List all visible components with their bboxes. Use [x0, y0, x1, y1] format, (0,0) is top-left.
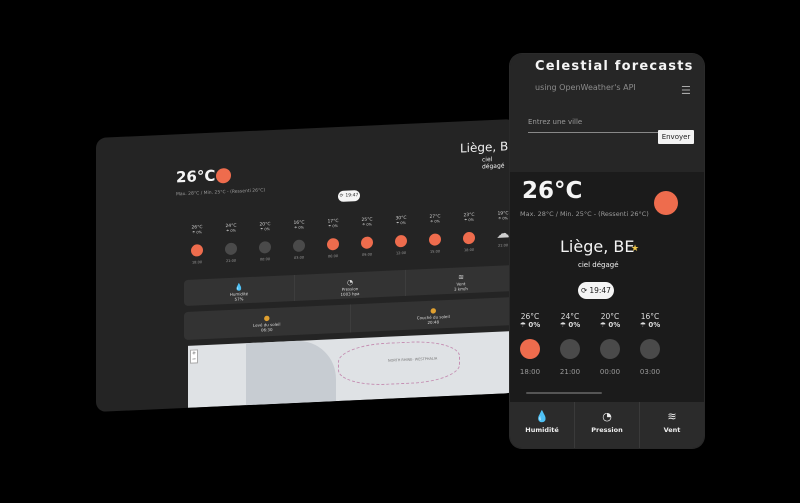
desktop-refresh-time: 19:47	[345, 193, 359, 199]
map-zoom-control[interactable]: + −	[190, 349, 198, 364]
phone-stat-pressure[interactable]: ◔ Pression	[575, 402, 640, 448]
hourly-forecast-item: 24°C ☂ 0% 21:00	[214, 223, 248, 264]
refresh-icon: ⟳	[339, 193, 344, 199]
hourly-time: 03:00	[293, 255, 305, 261]
hourly-rain: ☂ 0%	[294, 225, 304, 231]
desktop-sunrise: ● Levé du soleil 06:30	[184, 304, 351, 341]
moon-icon	[293, 239, 305, 253]
hourly-time: 15:00	[429, 249, 441, 254]
hourly-forecast-item: 27°C ☂ 0% 15:00	[418, 214, 452, 255]
hourly-time: 00:00	[599, 368, 621, 376]
phone-refresh-time: 19:47	[589, 286, 611, 295]
hourly-forecast-item: 24°C ☂ 0% 21:00	[550, 312, 590, 376]
hourly-rain: ☂ 0%	[430, 219, 440, 224]
app-title: Celestial forecasts	[535, 59, 694, 74]
phone-sun-icon	[654, 191, 678, 215]
moon-icon	[560, 339, 580, 359]
sun-icon	[463, 231, 475, 245]
phone-current-temp: 26°C	[522, 178, 583, 204]
desktop-refresh-button[interactable]: ⟳ 19:47	[338, 190, 360, 203]
sun-icon	[191, 244, 203, 257]
hourly-rain: ☂ 0%	[599, 321, 621, 329]
hourly-temp: 16°C	[640, 312, 660, 321]
water-drop-icon: 💧	[535, 410, 549, 423]
moon-icon	[640, 339, 660, 359]
hourly-forecast-item: 17°C ☂ 0% 06:00	[316, 218, 350, 259]
desktop-stat-pressure: ◔ Pression 1003 hpa	[295, 269, 406, 301]
sun-icon	[361, 236, 373, 249]
phone-stat-wind[interactable]: ≋ Vent	[640, 402, 704, 448]
favorite-star-icon[interactable]: ★	[631, 244, 639, 254]
desktop-sun-icon	[216, 167, 231, 184]
hourly-rain: ☂ 0%	[559, 321, 581, 329]
hourly-time: 18:00	[463, 247, 475, 253]
refresh-icon: ⟳	[581, 286, 588, 295]
sun-icon	[327, 237, 339, 251]
hourly-time: 21:00	[559, 368, 581, 376]
phone-stats-bar: 💧 Humidité ◔ Pression ≋ Vent	[510, 402, 704, 448]
desktop-stat-humidity: 💧 Humidité 57%	[184, 274, 295, 307]
phone-refresh-button[interactable]: ⟳ 19:47	[578, 282, 614, 299]
hourly-time: 03:00	[639, 368, 661, 376]
phone-stat-humidity[interactable]: 💧 Humidité	[510, 402, 575, 448]
desktop-sunset: ● Couché du soleil 20:48	[351, 297, 517, 333]
hourly-forecast-item: 25°C ☂ 0% 09:00	[350, 217, 384, 258]
hourly-rain: ☂ 0%	[328, 224, 338, 229]
hourly-temp: 20°C	[600, 312, 620, 321]
hamburger-menu-icon[interactable]: ☰	[681, 84, 691, 97]
hourly-temp: 26°C	[520, 312, 540, 321]
phone-mockup: Celestial forecasts using OpenWeather's …	[510, 54, 704, 448]
map-region-border	[338, 339, 460, 388]
hourly-rain: ☂ 0%	[639, 321, 661, 329]
sun-icon	[520, 339, 540, 359]
hourly-forecast-item: 16°C ☂ 0% 03:00	[630, 312, 670, 376]
hourly-forecast-item: 20°C ☂ 0% 00:00	[590, 312, 630, 376]
app-subtitle: using OpenWeather's API	[535, 83, 636, 92]
desktop-stat-wind: ≋ Vent 3 km/h	[406, 265, 516, 296]
hourly-forecast-item: 26°C ☂ 0% 18:00	[510, 312, 550, 376]
hourly-rain: ☂ 0%	[226, 228, 236, 234]
wind-icon: ≋	[667, 410, 677, 423]
hourly-time: 18:00	[519, 368, 541, 376]
send-button[interactable]: Envoyer	[658, 130, 694, 144]
gauge-icon: ◔	[602, 410, 612, 423]
desktop-city-name: Liège, BE	[460, 138, 516, 156]
hourly-temp: 24°C	[560, 312, 580, 321]
hourly-time: 21:00	[225, 258, 237, 264]
hourly-rain: ☂ 0%	[519, 321, 541, 329]
desktop-temp-details: Max. 28°C / Min. 25°C - (Ressenti 26°C)	[176, 188, 266, 198]
hourly-rain: ☂ 0%	[362, 222, 372, 227]
desktop-hourly-forecast[interactable]: 26°C ☂ 0% 18:00 24°C ☂ 0% 21:00 20°C ☂ 0% 00:00 1…	[96, 119, 516, 265]
city-search-input[interactable]: Entrez une ville	[528, 118, 662, 133]
hourly-forecast-item: 26°C ☂ 0% 18:00	[180, 225, 214, 266]
moon-icon	[600, 339, 620, 359]
hourly-rain: ☂ 0%	[396, 220, 406, 226]
sun-icon	[395, 234, 407, 248]
sun-icon	[429, 233, 441, 246]
hourly-rain: ☂ 0%	[464, 217, 474, 223]
hourly-time: 00:00	[259, 257, 271, 262]
desktop-mockup: 26°C Max. 28°C / Min. 25°C - (Ressenti 2…	[96, 118, 517, 412]
moon-icon	[259, 241, 271, 254]
phone-weather-description: ciel dégagé	[578, 261, 619, 269]
hourly-time: 12:00	[395, 250, 407, 256]
hourly-time: 18:00	[191, 260, 203, 265]
hourly-forecast-item: 30°C ☂ 0% 12:00	[384, 215, 418, 256]
hourly-forecast-item: 16°C ☂ 0% 03:00	[282, 220, 316, 261]
hourly-rain: ☂ 0%	[192, 230, 202, 235]
hourly-time: 06:00	[327, 254, 339, 259]
hourly-forecast-item: 23°C ☂ 0% 18:00	[452, 212, 486, 253]
hourly-forecast-item: 20°C ☂ 0% 00:00	[248, 222, 282, 263]
desktop-map[interactable]: NORTH RHINE- WESTPHALIA + −	[188, 330, 516, 408]
hourly-rain: ☂ 0%	[260, 227, 270, 232]
hourly-scrollbar[interactable]	[526, 392, 602, 394]
desktop-current-temp: 26°C	[176, 166, 216, 187]
phone-temp-details: Max. 28°C / Min. 25°C - (Ressenti 26°C)	[520, 210, 649, 218]
map-coastline	[246, 339, 336, 406]
moon-icon	[225, 242, 237, 256]
phone-city-name: Liège, BE	[560, 237, 635, 256]
hourly-time: 09:00	[361, 252, 373, 257]
